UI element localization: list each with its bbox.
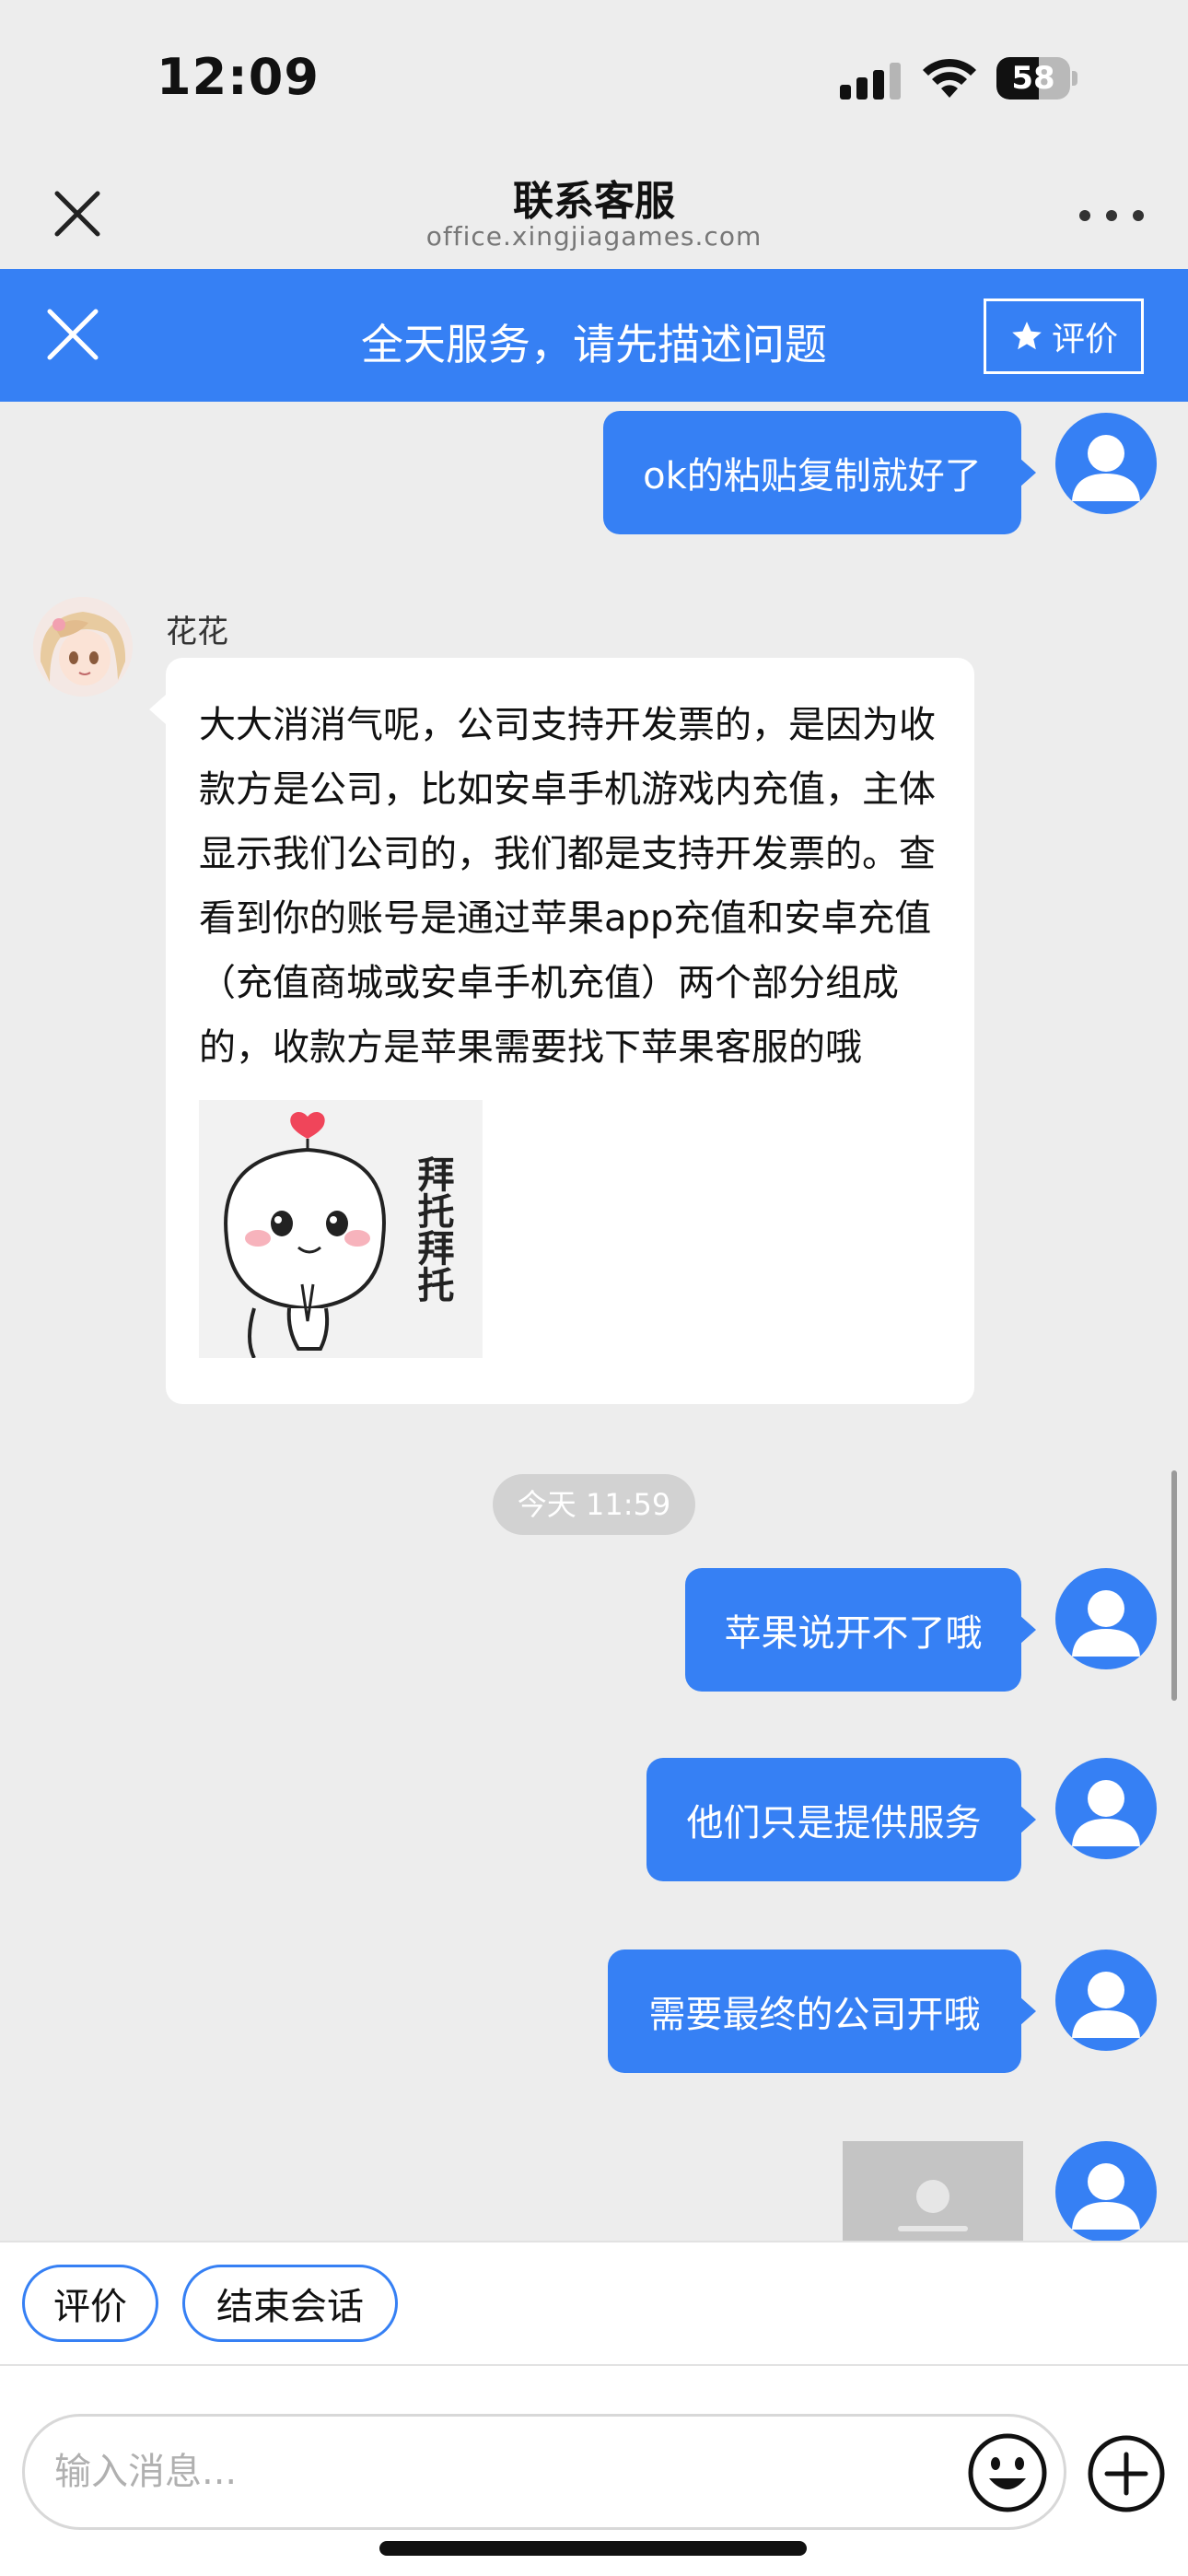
status-bar: 12:09 58: [0, 0, 1188, 147]
plus-icon[interactable]: [1087, 2434, 1166, 2513]
page-domain: office.xingjiagames.com: [425, 221, 763, 252]
message-input[interactable]: [22, 2414, 1066, 2530]
page-title: 联系客服: [513, 178, 675, 225]
message-text: ok的粘贴复制就好了: [643, 455, 982, 498]
user-avatar[interactable]: [1055, 1758, 1157, 1859]
user-avatar[interactable]: [1055, 1568, 1157, 1669]
rate-button-label: 评价: [1051, 321, 1118, 358]
user-avatar[interactable]: [1055, 2141, 1157, 2241]
agent-name: 花花: [166, 614, 228, 650]
message-text: 苹果说开不了哦: [724, 1612, 983, 1655]
message-bubble-outgoing[interactable]: ok的粘贴复制就好了: [603, 411, 1036, 534]
end-session-button[interactable]: 结束会话: [182, 2265, 398, 2342]
status-time: 12:09: [157, 48, 320, 106]
image-message-thumbnail[interactable]: [843, 2141, 1023, 2241]
quick-actions-bar: 评价 结束会话: [0, 2241, 1188, 2366]
battery-level: 58: [1011, 60, 1055, 97]
sticker-text: 拜托拜托: [412, 1155, 455, 1303]
message-text: 大大消消气呢，公司支持开发票的，是因为收款方是公司，比如安卓手机游戏内充值，主体…: [199, 704, 936, 1069]
rate-button[interactable]: 评价: [984, 299, 1144, 374]
end-session-label: 结束会话: [216, 2286, 364, 2328]
message-text: 他们只是提供服务: [686, 1802, 982, 1844]
cellular-signal-icon: [840, 63, 901, 100]
message-bubble-outgoing[interactable]: 需要最终的公司开哦: [608, 1950, 1036, 2073]
agent-avatar[interactable]: [33, 597, 133, 697]
sticker-image[interactable]: 拜托拜托: [199, 1100, 483, 1359]
chat-area[interactable]: ok的粘贴复制就好了 花花 大大消消气呢，公司支持开发票的，是因为收款方是公司，…: [0, 402, 1188, 2241]
message-text: 需要最终的公司开哦: [648, 1994, 981, 2036]
rate-quick-label: 评价: [53, 2286, 127, 2328]
timestamp-pill: 今天 11:59: [493, 1474, 695, 1535]
user-avatar[interactable]: [1055, 1950, 1157, 2051]
message-bubble-incoming[interactable]: 大大消消气呢，公司支持开发票的，是因为收款方是公司，比如安卓手机游戏内充值，主体…: [149, 658, 974, 1404]
message-bubble-outgoing[interactable]: 苹果说开不了哦: [685, 1568, 1036, 1692]
service-banner: 全天服务，请先描述问题 评价: [0, 269, 1188, 402]
rate-quick-button[interactable]: 评价: [22, 2265, 158, 2342]
emoji-icon[interactable]: [967, 2432, 1048, 2513]
message-bubble-outgoing[interactable]: 他们只是提供服务: [646, 1758, 1036, 1881]
more-icon[interactable]: [1079, 205, 1144, 223]
star-icon: [1012, 322, 1042, 350]
nav-header: 联系客服 office.xingjiagames.com: [0, 147, 1188, 269]
home-indicator[interactable]: [379, 2541, 807, 2556]
input-area: [0, 2366, 1188, 2576]
wifi-icon: [923, 58, 976, 98]
chat-scrollbar[interactable]: [1171, 1470, 1177, 1701]
battery-icon: 58: [996, 57, 1077, 100]
user-avatar[interactable]: [1055, 413, 1157, 514]
